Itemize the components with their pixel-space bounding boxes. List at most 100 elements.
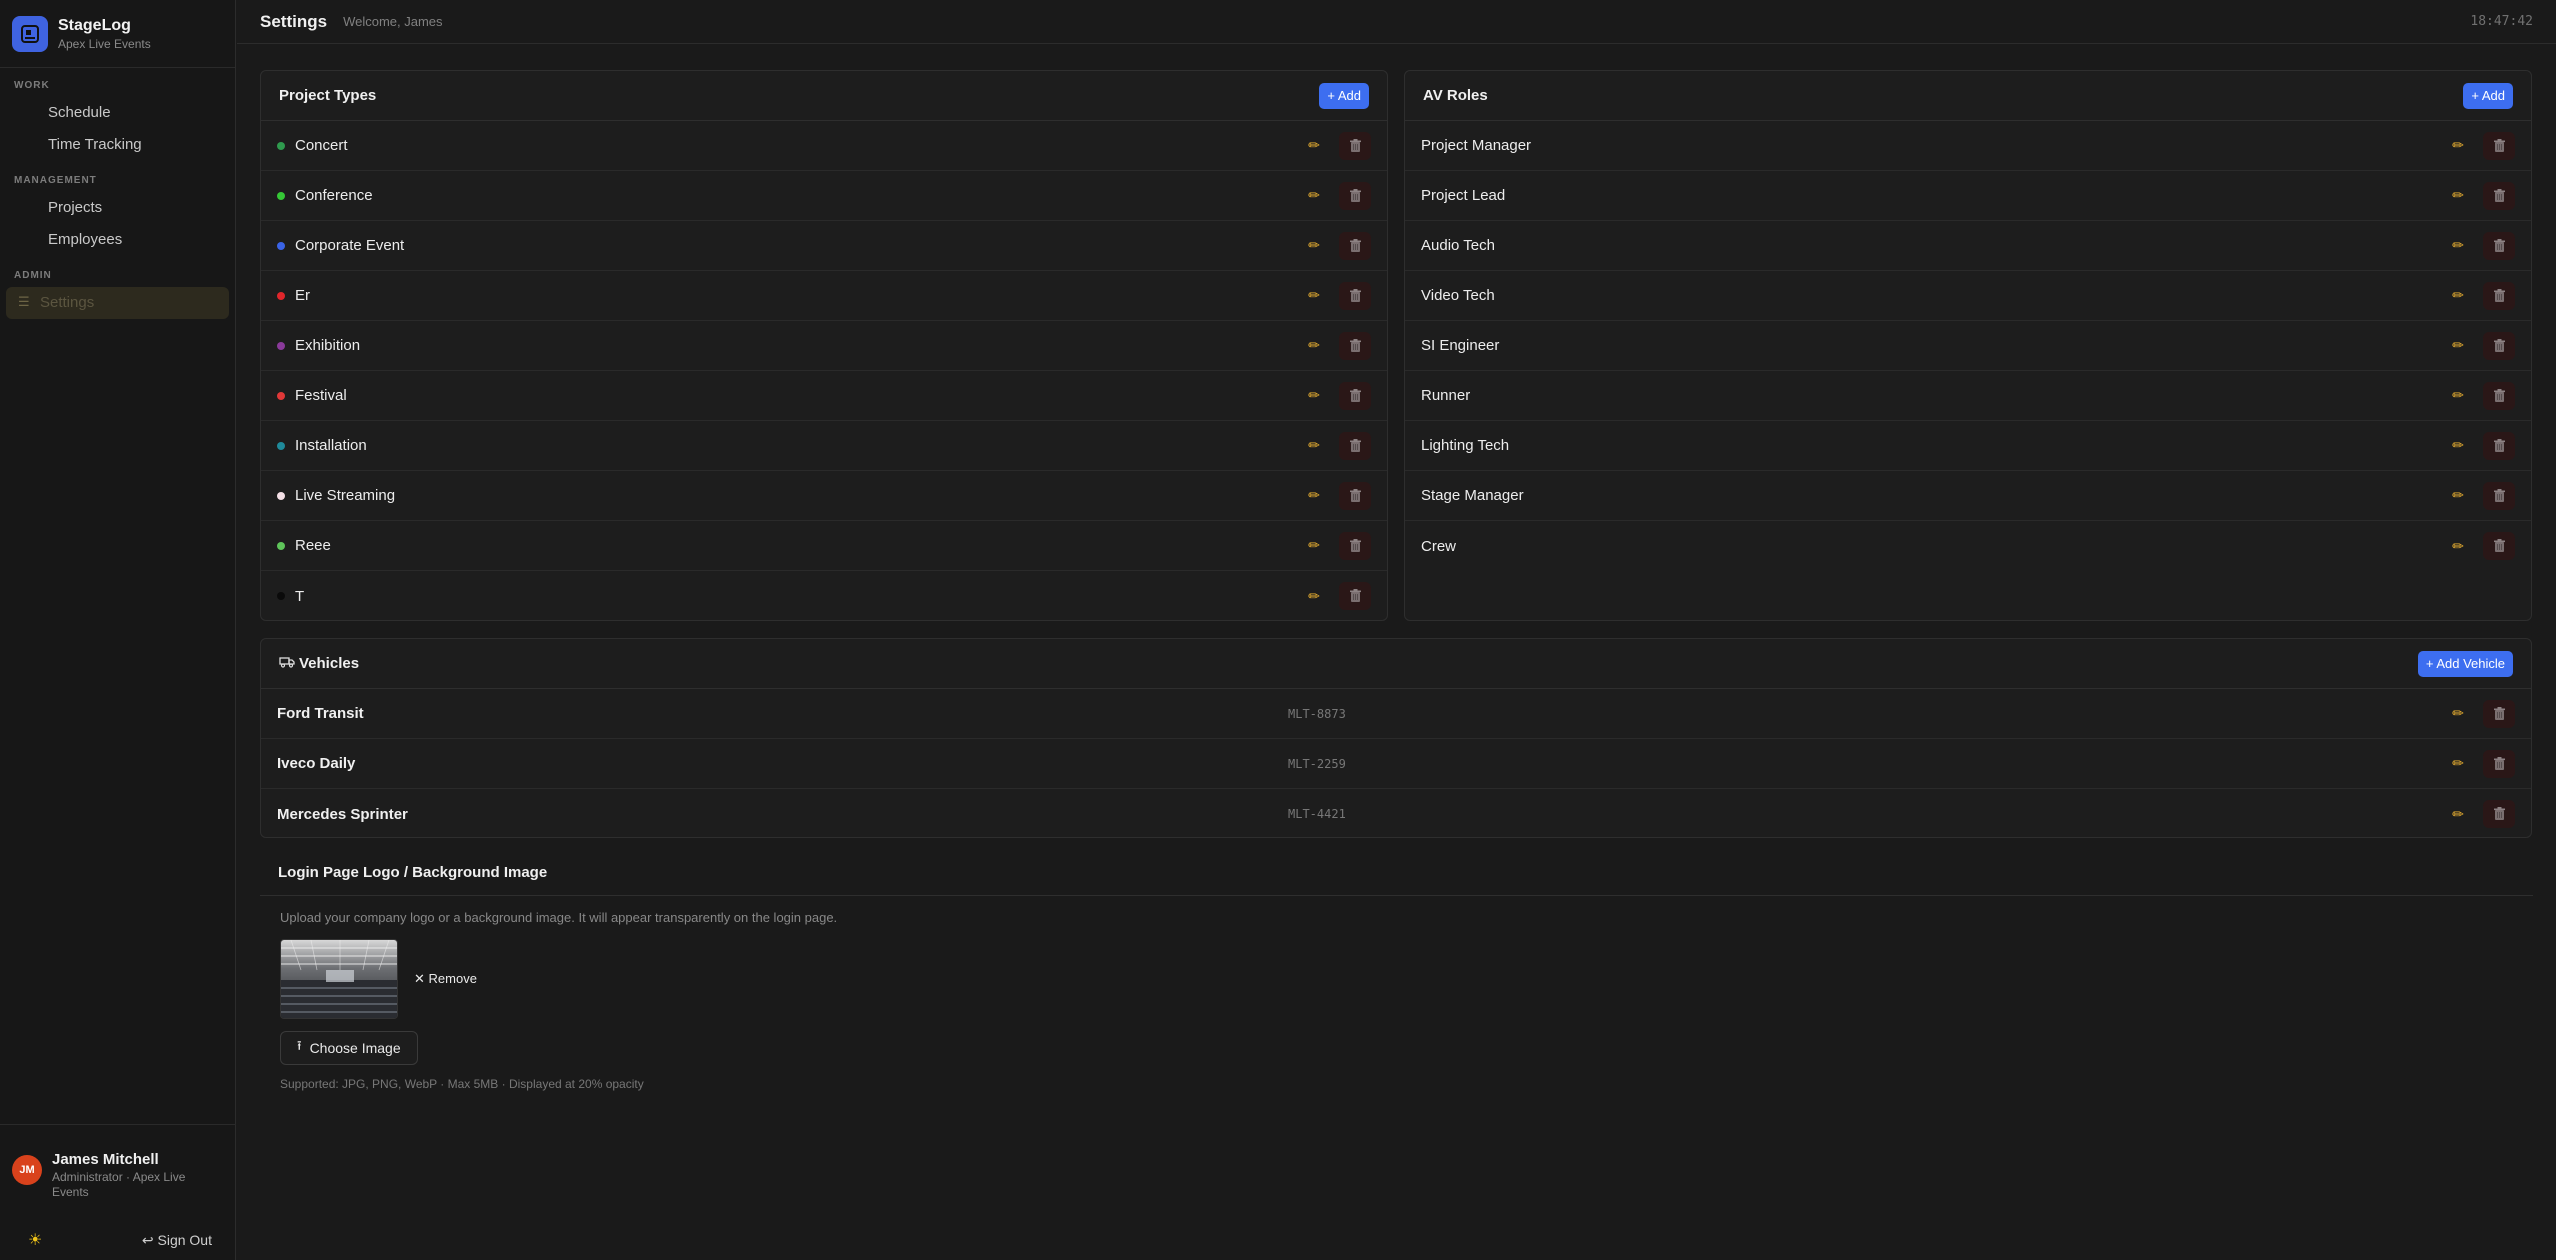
pencil-icon[interactable]: ✏ [2449,337,2467,354]
trash-icon[interactable] [2483,800,2515,828]
pencil-icon[interactable]: ✏ [2449,806,2467,823]
pencil-icon[interactable]: ✏ [1305,337,1323,354]
list-item: Audio Tech ✏ [1405,221,2531,271]
trash-icon[interactable] [2483,481,2515,510]
av-role-label: Stage Manager [1421,487,1524,504]
sidebar-item-projects[interactable]: Projects [6,192,229,224]
trash-icon[interactable] [2483,381,2515,410]
pencil-icon[interactable]: ✏ [2449,137,2467,154]
add-vehicle-button[interactable]: + Add Vehicle [2417,650,2513,677]
trash-icon[interactable] [1339,281,1371,310]
sidebar-item-label: Settings [40,294,95,311]
av-role-label: Project Lead [1421,187,1506,204]
av-role-label: Runner [1421,387,1471,404]
user-panel: JM James Mitchell Administrator · Apex L… [0,1124,236,1220]
login-image-section: Login Page Logo / Background Image Uploa… [260,860,2533,1091]
brand-title: StageLog [58,16,131,34]
sidebar-item-employees[interactable]: Employees [6,224,229,256]
trash-icon[interactable] [2483,532,2515,560]
list-item: Ford Transit MLT-8873 ✏ [261,689,2531,739]
pencil-icon[interactable]: ✏ [1305,137,1323,154]
pencil-icon[interactable]: ✏ [2449,187,2467,204]
trash-icon[interactable] [2483,181,2515,210]
av-roles-list: Project Manager ✏ Project Lead ✏ Audio Tech ✏… [1405,121,2531,571]
trash-icon[interactable] [2483,331,2515,360]
trash-icon[interactable] [1339,582,1371,610]
pencil-icon[interactable]: ✏ [1305,437,1323,454]
pencil-icon[interactable]: ✏ [1305,487,1323,504]
list-item: Conference ✏ [261,171,1387,221]
trash-icon[interactable] [1339,181,1371,210]
color-dot [277,592,285,600]
brand-subtitle: Apex Live Events [58,36,151,51]
trash-icon[interactable] [2483,281,2515,310]
section-title: Login Page Logo / Background Image [260,860,2533,896]
project-type-label: T [295,587,305,605]
list-item: Reee ✏ [261,521,1387,571]
section-description: Upload your company logo or a background… [280,910,838,925]
trash-icon[interactable] [1339,131,1371,160]
row-actions: ✏ [2449,381,2515,410]
upload-hint: Supported: JPG, PNG, WebP · Max 5MB · Di… [280,1077,644,1091]
list-item: Er ✏ [261,271,1387,321]
pencil-icon[interactable]: ✏ [2449,287,2467,304]
trash-icon[interactable] [2483,131,2515,160]
vehicles-list: Ford Transit MLT-8873 ✏ Iveco Daily MLT-2259… [261,689,2531,839]
card-title: Vehicles [299,655,360,672]
av-role-label: Video Tech [1421,287,1495,304]
pencil-icon[interactable]: ✏ [2449,755,2467,772]
row-actions: ✏ [2449,481,2515,510]
sidebar-item-schedule[interactable]: Schedule [6,97,229,129]
add-project-type-button[interactable]: + Add [1319,82,1369,109]
row-actions: ✏ [1305,582,1371,610]
av-role-label: Crew [1421,537,1457,555]
add-av-role-button[interactable]: + Add [2463,82,2513,109]
page-title: Settings [260,11,328,31]
trash-icon[interactable] [1339,531,1371,560]
trash-icon[interactable] [2483,431,2515,460]
remove-image-button[interactable]: ✕ Remove [414,971,477,987]
sun-icon[interactable]: ☀ [28,1230,42,1250]
pencil-icon[interactable]: ✏ [1305,588,1323,605]
color-dot [277,441,285,450]
row-actions: ✏ [1305,531,1371,560]
list-item: Video Tech ✏ [1405,271,2531,321]
pencil-icon[interactable]: ✏ [2449,237,2467,254]
pencil-icon[interactable]: ✏ [1305,537,1323,554]
list-item: Corporate Event ✏ [261,221,1387,271]
pencil-icon[interactable]: ✏ [2449,487,2467,504]
pencil-icon[interactable]: ✏ [2449,538,2467,555]
trash-icon[interactable] [2483,749,2515,778]
pencil-icon[interactable]: ✏ [2449,387,2467,404]
choose-image-button[interactable]: ⭱ Choose Image [280,1031,418,1065]
trash-icon[interactable] [1339,331,1371,360]
trash-icon[interactable] [2483,231,2515,260]
pencil-icon[interactable]: ✏ [1305,187,1323,204]
sign-out-button[interactable]: ↩ Sign Out [142,1232,212,1249]
sidebar-item-time-tracking[interactable]: Time Tracking [6,129,229,161]
trash-icon[interactable] [1339,431,1371,460]
trash-icon[interactable] [1339,481,1371,510]
row-actions: ✏ [1305,231,1371,260]
trash-icon[interactable] [1339,381,1371,410]
card-header: Project Types + Add [261,71,1387,121]
row-actions: ✏ [2449,749,2515,778]
upload-icon: ⭱ [297,1038,302,1053]
pencil-icon[interactable]: ✏ [1305,237,1323,254]
row-actions: ✏ [2449,231,2515,260]
av-role-label: Lighting Tech [1421,437,1510,454]
pencil-icon[interactable]: ✏ [1305,387,1323,404]
color-dot [277,141,285,150]
nav-section-admin: ADMIN [14,270,52,281]
sidebar-item-settings[interactable]: ☰ Settings [6,287,229,319]
row-actions: ✏ [2449,131,2515,160]
list-item: Stage Manager ✏ [1405,471,2531,521]
pencil-icon[interactable]: ✏ [2449,437,2467,454]
row-actions: ✏ [1305,131,1371,160]
pencil-icon[interactable]: ✏ [2449,705,2467,722]
trash-icon[interactable] [2483,699,2515,728]
row-actions: ✏ [2449,181,2515,210]
color-dot [277,191,285,200]
pencil-icon[interactable]: ✏ [1305,287,1323,304]
trash-icon[interactable] [1339,231,1371,260]
